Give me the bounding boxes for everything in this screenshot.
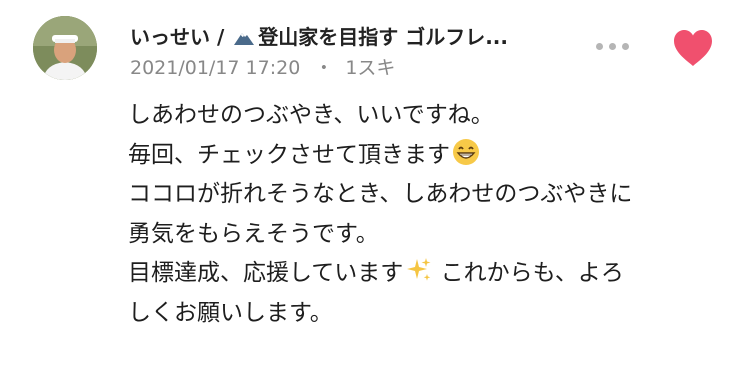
more-dots-icon (596, 43, 603, 50)
comment-line: 毎回、チェックさせて頂きます (128, 136, 728, 176)
comment-meta: 2021/01/17 17:20 ・ 1スキ (130, 54, 570, 82)
comment-body: しあわせのつぶやき、いいですね。 毎回、チェックさせて頂きます ココロが折れそう… (128, 96, 728, 333)
avatar[interactable] (33, 16, 97, 80)
author-tagline: 登山家を目指す ゴルフレ... (258, 25, 508, 49)
comment-line: 勇気をもらえそうです。 (128, 220, 379, 247)
comment-line: しあわせのつぶやき、いいですね。 (128, 102, 494, 128)
comment-line: ココロが折れそうなとき、しあわせのつぶやきに (128, 181, 633, 207)
author-display-name: いっせい / (130, 25, 232, 49)
sparkles-emoji (405, 256, 433, 298)
avatar-image (33, 16, 97, 80)
comment-line: 目標達成、応援しています これからも、よろ (128, 254, 728, 294)
heart-icon (674, 30, 712, 66)
comment-header: いっせい / 登山家を目指す ゴルフレ... 2021/01/17 17:20 ・… (130, 20, 570, 82)
more-options-button[interactable] (596, 38, 632, 58)
like-button[interactable] (671, 27, 715, 71)
like-count[interactable]: 1スキ (345, 57, 395, 79)
comment-line-text: 目標達成、応援しています (128, 260, 404, 286)
meta-separator: ・ (314, 57, 334, 79)
comment-card: いっせい / 登山家を目指す ゴルフレ... 2021/01/17 17:20 ・… (0, 0, 750, 367)
comment-line-text: これからも、よろ (433, 260, 624, 286)
mountain-icon (233, 22, 255, 54)
comment-line-text: 毎回、チェックさせて頂きます (128, 141, 450, 168)
comment-line: しくお願いします。 (128, 299, 333, 326)
author-name[interactable]: いっせい / 登山家を目指す ゴルフレ... (130, 20, 570, 54)
timestamp: 2021/01/17 17:20 (130, 57, 301, 79)
grinning-face-emoji (452, 138, 480, 180)
